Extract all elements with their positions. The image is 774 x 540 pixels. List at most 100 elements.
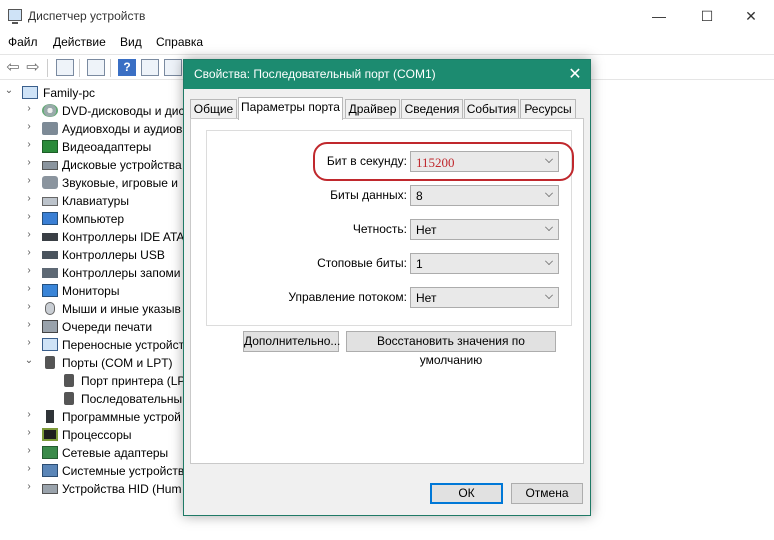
tab-general[interactable]: Общие <box>190 99 237 119</box>
chevron-right-icon[interactable]: › <box>24 103 34 114</box>
help-icon[interactable]: ? <box>118 59 136 76</box>
tree-item-ide[interactable]: › Контроллеры IDE ATA <box>0 228 186 246</box>
chevron-right-icon[interactable]: › <box>24 193 34 204</box>
chevron-right-icon[interactable]: › <box>24 337 34 348</box>
tree-item-label: Последовательны <box>81 392 183 406</box>
storage-controller-icon <box>42 268 58 278</box>
chevron-right-icon[interactable]: › <box>24 139 34 150</box>
parity-select[interactable]: Нет <box>410 219 559 240</box>
keyboard-icon <box>42 197 58 206</box>
chevron-right-icon[interactable]: › <box>24 481 34 492</box>
tab-details[interactable]: Сведения <box>401 99 463 119</box>
menu-view[interactable]: Вид <box>120 35 142 49</box>
tree-item-dvd[interactable]: › DVD-дисководы и дис <box>0 102 186 120</box>
tree-item-processors[interactable]: › Процессоры <box>0 426 186 444</box>
tree-item-keyboards[interactable]: › Клавиатуры <box>0 192 186 210</box>
tab-driver[interactable]: Драйвер <box>345 99 400 119</box>
tree-item-usb[interactable]: › Контроллеры USB <box>0 246 186 264</box>
tree-root[interactable]: ⌄ Family-pc <box>0 84 186 102</box>
network-adapter-icon <box>42 446 58 459</box>
dialog-close-button[interactable]: ✕ <box>560 60 590 89</box>
chevron-right-icon[interactable]: › <box>24 409 34 420</box>
chevron-down-icon[interactable]: ⌄ <box>24 355 34 366</box>
tab-port-settings[interactable]: Параметры порта <box>238 97 343 120</box>
tree-item-video[interactable]: › Видеоадаптеры <box>0 138 186 156</box>
chevron-right-icon[interactable]: › <box>24 175 34 186</box>
minimize-button[interactable]: — <box>636 0 682 32</box>
flow-control-label: Управление потоком: <box>288 290 407 304</box>
chevron-right-icon[interactable]: › <box>24 283 34 294</box>
tree-item-hid[interactable]: › Устройства HID (Hum <box>0 480 186 498</box>
parity-value: Нет <box>416 223 437 237</box>
stop-bits-value: 1 <box>416 257 423 271</box>
ok-button[interactable]: ОК <box>430 483 503 504</box>
tree-item-serial-port[interactable]: Последовательны <box>0 390 186 408</box>
chevron-right-icon[interactable]: › <box>24 463 34 474</box>
chevron-right-icon[interactable]: › <box>24 265 34 276</box>
back-arrow-icon[interactable]: ⇦ <box>4 59 22 76</box>
video-adapter-icon <box>42 140 58 153</box>
parity-label: Четность: <box>352 222 407 236</box>
dialog-title: Свойства: Последовательный порт (COM1) <box>194 67 436 81</box>
tree-item-mice[interactable]: › Мыши и иные указыв <box>0 300 186 318</box>
data-bits-label: Биты данных: <box>330 188 407 202</box>
forward-arrow-icon[interactable]: ⇨ <box>24 59 42 76</box>
highlight-oval <box>313 142 574 181</box>
data-bits-select[interactable]: 8 <box>410 185 559 206</box>
port-icon <box>64 374 74 387</box>
tree-item-print-queues[interactable]: › Очереди печати <box>0 318 186 336</box>
chevron-right-icon[interactable]: › <box>24 157 34 168</box>
maximize-button[interactable]: ☐ <box>684 0 730 32</box>
chevron-right-icon[interactable]: › <box>24 229 34 240</box>
tab-resources[interactable]: Ресурсы <box>520 99 576 119</box>
chevron-right-icon[interactable]: › <box>24 211 34 222</box>
chevron-right-icon[interactable]: › <box>24 121 34 132</box>
tree-item-network[interactable]: › Сетевые адаптеры <box>0 444 186 462</box>
tree-item-label: Порты (COM и LPT) <box>62 356 173 370</box>
advanced-button[interactable]: Дополнительно... <box>243 331 340 352</box>
tree-item-ports[interactable]: ⌄ Порты (COM и LPT) <box>0 354 186 372</box>
update-driver-icon[interactable] <box>164 59 182 76</box>
close-button[interactable]: ✕ <box>728 0 774 32</box>
properties-dialog: Свойства: Последовательный порт (COM1) ✕… <box>183 59 591 516</box>
menu-file[interactable]: Файл <box>8 35 38 49</box>
cancel-button[interactable]: Отмена <box>511 483 583 504</box>
tree-item-printer-port[interactable]: Порт принтера (LP <box>0 372 186 390</box>
tree-item-storage[interactable]: › Контроллеры запоми <box>0 264 186 282</box>
tree-root-label: Family-pc <box>43 86 96 100</box>
tree-item-label: Устройства HID (Hum <box>62 482 182 496</box>
properties-icon[interactable] <box>87 59 105 76</box>
menu-action[interactable]: Действие <box>53 35 106 49</box>
flow-control-value: Нет <box>416 291 437 305</box>
chevron-right-icon[interactable]: › <box>24 427 34 438</box>
tree-item-audio-io[interactable]: › Аудиовходы и аудиов <box>0 120 186 138</box>
show-hide-tree-icon[interactable] <box>56 59 74 76</box>
disk-drive-icon <box>42 161 58 170</box>
chevron-right-icon[interactable]: › <box>24 301 34 312</box>
scan-hardware-icon[interactable] <box>141 59 159 76</box>
software-device-icon <box>46 410 54 423</box>
dialog-title-bar: Свойства: Последовательный порт (COM1) ✕ <box>184 60 590 89</box>
tree-item-disks[interactable]: › Дисковые устройства <box>0 156 186 174</box>
restore-defaults-button[interactable]: Восстановить значения по умолчанию <box>346 331 556 367</box>
tree-item-label: Звуковые, игровые и <box>62 176 178 190</box>
chevron-right-icon[interactable]: › <box>24 445 34 456</box>
chevron-right-icon[interactable]: › <box>24 319 34 330</box>
tree-item-label: Переносные устройст <box>62 338 185 352</box>
stop-bits-select[interactable]: 1 <box>410 253 559 274</box>
menu-help[interactable]: Справка <box>156 35 203 49</box>
tree-item-computer[interactable]: › Компьютер <box>0 210 186 228</box>
tree-item-sound[interactable]: › Звуковые, игровые и <box>0 174 186 192</box>
tree-item-label: Очереди печати <box>62 320 153 334</box>
tree-item-label: Системные устройств <box>62 464 185 478</box>
tree-item-software[interactable]: › Программные устрой <box>0 408 186 426</box>
port-settings-panel: Бит в секунду: 115200 Биты данных: 8 Чет… <box>190 118 584 464</box>
flow-control-select[interactable]: Нет <box>410 287 559 308</box>
tree-item-system[interactable]: › Системные устройств <box>0 462 186 480</box>
tree-item-portable[interactable]: › Переносные устройст <box>0 336 186 354</box>
chevron-down-icon[interactable]: ⌄ <box>4 85 14 96</box>
tree-item-monitors[interactable]: › Мониторы <box>0 282 186 300</box>
chevron-right-icon[interactable]: › <box>24 247 34 258</box>
tree-item-label: Контроллеры IDE ATA <box>62 230 185 244</box>
tab-events[interactable]: События <box>464 99 519 119</box>
